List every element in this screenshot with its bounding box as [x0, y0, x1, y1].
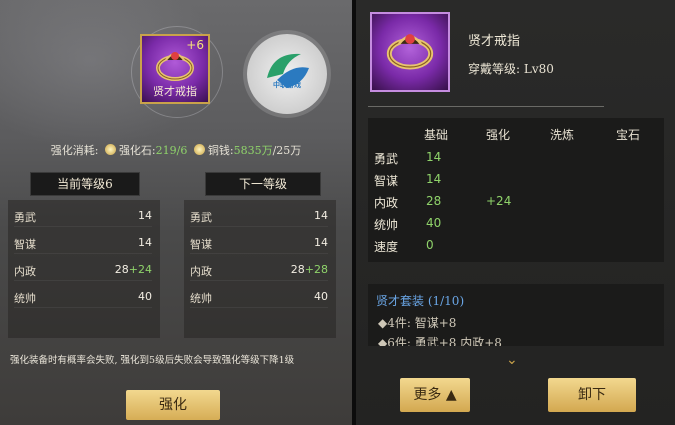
stat-value: 14: [138, 236, 152, 249]
publisher-logo: 中联游戏: [247, 34, 327, 114]
header-gem: 宝石: [616, 128, 641, 142]
stat-label: 内政: [190, 265, 212, 278]
equip-level: 穿戴等级: Lv80: [468, 62, 554, 76]
stat-label: 勇武: [14, 211, 36, 224]
stat-label: 智谋: [374, 174, 399, 188]
stat-value: 40: [314, 290, 328, 303]
stat-bonus: +24: [128, 263, 152, 276]
set-title: 贤才套装 (1/10): [376, 294, 465, 308]
stat-label: 统帅: [14, 292, 36, 305]
stat-value: 28+24: [114, 263, 152, 276]
ring-item-slot[interactable]: +6 贤才戒指: [140, 34, 210, 104]
stone-icon: [104, 144, 116, 155]
stone-value: 219/6: [155, 144, 188, 157]
stat-value: 40: [138, 290, 152, 303]
separator: [368, 106, 604, 107]
stat-enhance: +24: [486, 194, 512, 208]
stat-label: 内政: [374, 196, 399, 210]
stat-value: 14: [314, 209, 328, 222]
unequip-button[interactable]: 卸下: [548, 378, 636, 412]
set-bonus-box: 贤才套装 (1/10) ◆4件: 智谋+8 ◆6件: 勇武+8 内政+8: [368, 284, 664, 346]
ring-icon: [386, 34, 434, 70]
coin-icon: [193, 144, 205, 155]
stat-base: 40: [426, 216, 442, 230]
stat-base: 0: [426, 238, 434, 252]
next-level-tab: 下一等级: [205, 172, 321, 196]
stat-row: 内政 28+24: [14, 258, 152, 281]
stat-row: 勇武 14: [14, 204, 152, 227]
money-total: /25万: [272, 144, 302, 157]
logo-swoosh-icon: [267, 53, 309, 88]
logo-text: 中联游戏: [273, 81, 301, 89]
stat-base: 14: [426, 172, 442, 186]
set-line: ◆6件: 勇武+8 内政+8: [378, 336, 502, 346]
stat-label: 智谋: [190, 238, 212, 251]
chevron-down-icon[interactable]: ⌄: [506, 352, 518, 368]
stat-value: 14: [314, 236, 328, 249]
stat-bonus: +28: [304, 263, 328, 276]
stat-row: 统帅 40: [190, 285, 328, 308]
stat-row: 勇武 14: [190, 204, 328, 227]
ring-item-slot: [370, 12, 450, 92]
set-line: ◆4件: 智谋+8: [378, 316, 457, 330]
more-button[interactable]: 更多 ▲: [400, 378, 470, 412]
stat-label: 速度: [374, 240, 399, 254]
stat-label: 统帅: [374, 218, 399, 232]
stat-label: 勇武: [374, 152, 399, 166]
enhance-panel: +6 贤才戒指 中联游戏 强化消耗: 强化石:219/6 铜钱:5835万/25…: [0, 0, 352, 425]
stat-base: 28: [426, 194, 442, 208]
stat-base: 14: [426, 150, 442, 164]
money-value: 5835万: [233, 144, 273, 157]
enhance-warning: 强化装备时有概率会失败, 强化到5级后失败会导致强化等级下降1级: [10, 355, 295, 366]
stone-label: 强化石:: [118, 144, 156, 157]
current-stats-panel: 勇武 14 智谋 14 内政 28+24 统帅 40: [8, 200, 160, 338]
stat-label: 内政: [14, 265, 36, 278]
header-enhance: 强化: [486, 128, 511, 142]
stats-table: 基础 强化 洗炼 宝石 勇武 14 智谋 14 内政 28 +24 统帅 40 …: [368, 118, 664, 262]
stat-row: 智谋 14: [14, 231, 152, 254]
item-detail-panel: 贤才戒指 穿戴等级: Lv80 基础 强化 洗炼 宝石 勇武 14 智谋 14 …: [356, 0, 675, 425]
money-label: 铜钱:: [207, 144, 234, 157]
item-name: 贤才戒指: [468, 34, 521, 49]
enhance-cost: 强化消耗: 强化石:219/6 铜钱:5835万/25万: [0, 142, 352, 158]
header-base: 基础: [424, 128, 449, 142]
stat-label: 勇武: [190, 211, 212, 224]
stat-label: 统帅: [190, 292, 212, 305]
stat-row: 统帅 40: [14, 285, 152, 308]
stat-row: 智谋 14: [190, 231, 328, 254]
current-level-tab: 当前等级6: [30, 172, 140, 196]
enhance-plus-badge: +6: [186, 38, 204, 52]
header-refine: 洗炼: [550, 128, 575, 142]
item-name: 贤才戒指: [153, 85, 197, 98]
next-stats-panel: 勇武 14 智谋 14 内政 28+28 统帅 40: [184, 200, 336, 338]
enhance-button[interactable]: 强化: [126, 390, 220, 420]
stat-row: 内政 28+28: [190, 258, 328, 281]
cost-label: 强化消耗:: [50, 144, 99, 157]
stat-label: 智谋: [14, 238, 36, 251]
stat-value: 14: [138, 209, 152, 222]
stat-value: 28+28: [290, 263, 328, 276]
